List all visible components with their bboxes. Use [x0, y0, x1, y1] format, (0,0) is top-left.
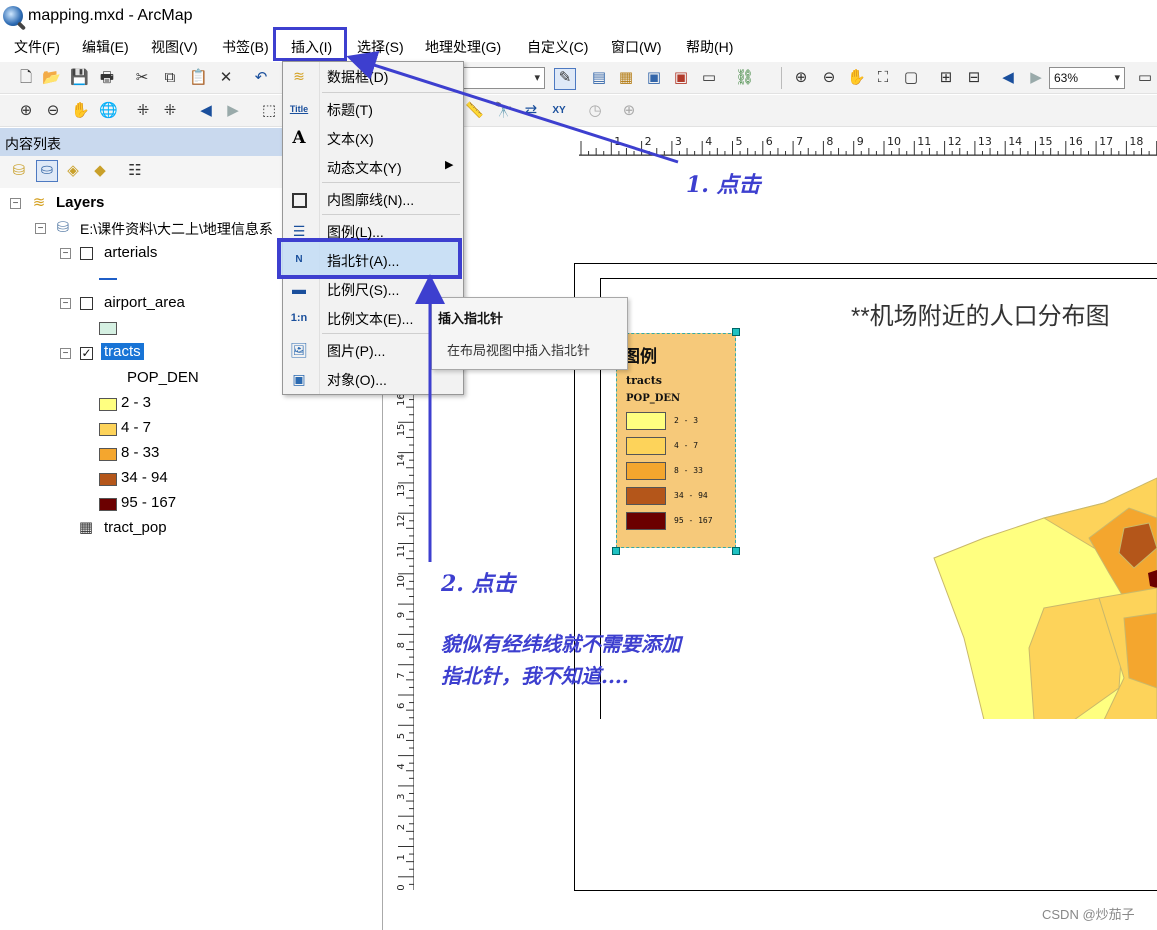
step2-annotation: 2. 点击 [441, 571, 516, 597]
note-line-2: 指北针，我不知道.... [441, 664, 629, 688]
annotation-arrows [346, 51, 679, 562]
step1-annotation: 1. 点击 [686, 172, 761, 198]
note-line-1: 貌似有经纬线就不需要添加 [441, 632, 681, 656]
